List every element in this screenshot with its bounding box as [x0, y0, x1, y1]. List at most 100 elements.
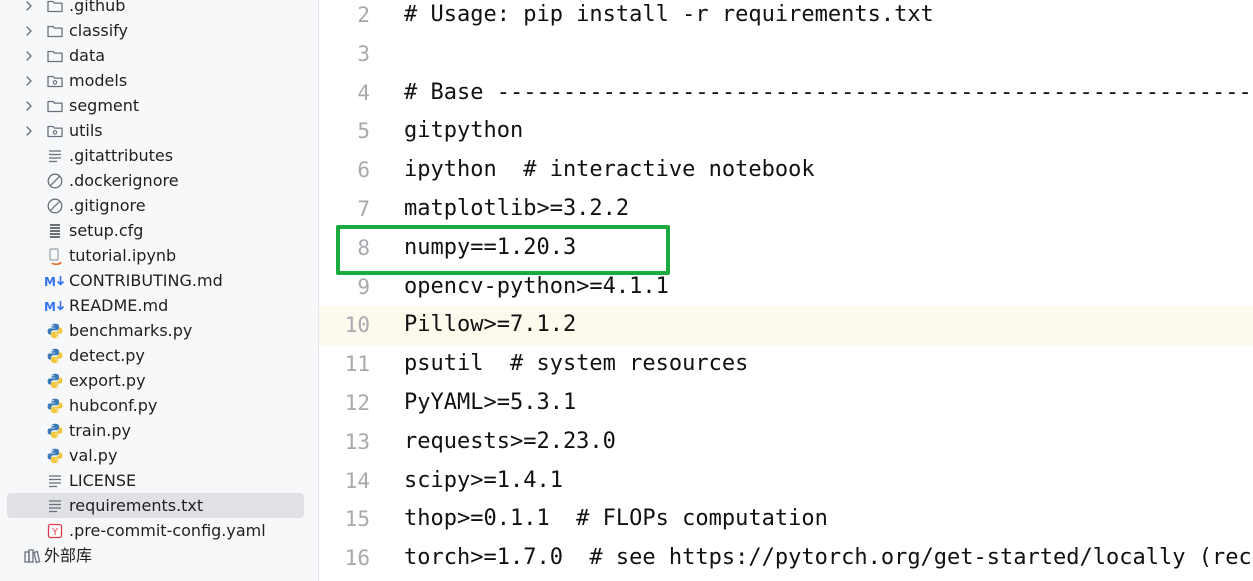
- line-number: 16: [344, 546, 370, 571]
- folder-icon: [46, 0, 64, 15]
- line-number: 15: [344, 507, 370, 532]
- code-text[interactable]: # Usage: pip install -r requirements.txt: [404, 0, 934, 34]
- code-line[interactable]: 15 thop>=0.1.1 # FLOPs computation: [319, 500, 1253, 539]
- code-text[interactable]: gitpython: [404, 112, 523, 150]
- svg-text:M: M: [44, 275, 56, 289]
- external-libraries-label: 外部库: [44, 546, 93, 565]
- code-line[interactable]: 16 torch>=1.7.0 # see https://pytorch.org…: [319, 539, 1253, 578]
- python-file-icon: [46, 372, 64, 390]
- tree-file-row[interactable]: train.py: [0, 418, 318, 443]
- tree-folder-row[interactable]: utils: [0, 118, 318, 143]
- code-line[interactable]: 4 # Base --------------------------------…: [319, 74, 1253, 113]
- tree-item-label: train.py: [69, 421, 131, 440]
- code-text[interactable]: Pillow>=7.1.2: [404, 306, 576, 344]
- tree-item-label: segment: [69, 96, 140, 115]
- python-file-icon: [46, 422, 64, 440]
- line-number: 12: [344, 391, 370, 415]
- tree-item-label: data: [69, 46, 106, 65]
- tree-file-row[interactable]: export.py: [0, 368, 318, 393]
- yaml-file-icon: Y: [46, 522, 64, 540]
- tree-file-row[interactable]: Y .pre-commit-config.yaml: [0, 518, 318, 543]
- code-text[interactable]: # Base ---------------------------------…: [404, 74, 1253, 112]
- library-icon: [23, 547, 41, 565]
- tree-file-row[interactable]: .gitattributes: [0, 143, 318, 168]
- tree-file-row[interactable]: tutorial.ipynb: [0, 243, 318, 268]
- folder-icon: [46, 22, 64, 40]
- tree-file-row[interactable]: requirements.txt: [0, 493, 318, 518]
- code-text[interactable]: PyYAML>=5.3.1: [404, 384, 576, 422]
- code-line[interactable]: 12 PyYAML>=5.3.1: [319, 384, 1253, 423]
- tree-file-row[interactable]: detect.py: [0, 343, 318, 368]
- chevron-right-icon[interactable]: [22, 48, 36, 62]
- code-text[interactable]: matplotlib>=3.2.2: [404, 190, 629, 228]
- tree-file-row[interactable]: LICENSE: [0, 468, 318, 493]
- ignore-file-icon: [46, 197, 64, 215]
- line-number: 10: [344, 313, 370, 338]
- jupyter-notebook-icon: [46, 247, 64, 266]
- tree-item-label: LICENSE: [69, 471, 137, 490]
- chevron-right-icon[interactable]: [22, 98, 36, 112]
- tree-file-row[interactable]: M CONTRIBUTING.md: [0, 268, 318, 293]
- chevron-right-icon[interactable]: [22, 0, 36, 12]
- tree-item-label: .gitignore: [69, 196, 146, 215]
- code-line[interactable]: 6 ipython # interactive notebook: [319, 151, 1253, 190]
- chevron-right-icon[interactable]: [22, 73, 36, 87]
- text-file-icon: [46, 147, 64, 165]
- current-code-line[interactable]: 10 Pillow>=7.1.2: [319, 306, 1253, 346]
- code-line[interactable]: 11 psutil # system resources: [319, 345, 1253, 384]
- code-line[interactable]: 2 # Usage: pip install -r requirements.tx…: [319, 0, 1253, 35]
- tree-file-row[interactable]: .dockerignore: [0, 168, 318, 193]
- code-line[interactable]: 7 matplotlib>=3.2.2: [319, 190, 1253, 229]
- line-number: 14: [344, 468, 370, 493]
- line-number: 5: [357, 119, 370, 144]
- package-folder-icon: [46, 72, 64, 90]
- tree-item-label: hubconf.py: [69, 396, 158, 415]
- chevron-right-icon[interactable]: [22, 23, 36, 37]
- tree-file-row[interactable]: hubconf.py: [0, 393, 318, 418]
- tree-file-row[interactable]: .gitignore: [0, 193, 318, 218]
- tree-item-label: classify: [69, 21, 128, 40]
- line-number: 3: [357, 41, 370, 66]
- code-line[interactable]: 3: [319, 35, 1253, 74]
- line-number: 2: [357, 3, 370, 27]
- tree-item-label: .dockerignore: [69, 171, 179, 190]
- tree-item-label: setup.cfg: [69, 221, 144, 240]
- external-libraries-row[interactable]: 外部库: [0, 543, 318, 568]
- text-file-icon: [46, 497, 64, 515]
- tree-file-row[interactable]: setup.cfg: [0, 218, 318, 243]
- markdown-file-icon: M: [44, 272, 66, 290]
- markdown-file-icon: M: [44, 297, 66, 315]
- tree-item-label: .pre-commit-config.yaml: [69, 521, 266, 540]
- package-folder-icon: [46, 122, 64, 140]
- tree-folder-row[interactable]: data: [0, 43, 318, 68]
- code-text[interactable]: psutil # system resources: [404, 345, 748, 383]
- chevron-right-icon[interactable]: [22, 123, 36, 137]
- code-text[interactable]: ipython # interactive notebook: [404, 151, 815, 189]
- highlight-annotation-box: [336, 225, 670, 275]
- tree-folder-row[interactable]: classify: [0, 18, 318, 43]
- tree-folder-row[interactable]: .github: [0, 0, 318, 18]
- code-text[interactable]: scipy>=1.4.1: [404, 462, 563, 500]
- code-line[interactable]: 14 scipy>=1.4.1: [319, 462, 1253, 501]
- tree-file-row[interactable]: benchmarks.py: [0, 318, 318, 343]
- code-line[interactable]: 13 requests>=2.23.0: [319, 423, 1253, 462]
- tree-folder-row[interactable]: segment: [0, 93, 318, 118]
- tree-item-label: .gitattributes: [69, 146, 174, 165]
- tree-item-label: detect.py: [69, 346, 145, 365]
- folder-icon: [46, 97, 64, 115]
- project-tree-panel: .github classify data models segment utils .gi…: [0, 0, 319, 581]
- tree-item-label: val.py: [69, 446, 118, 465]
- svg-text:Y: Y: [51, 527, 59, 538]
- code-line[interactable]: 5 gitpython: [319, 112, 1253, 151]
- tree-file-row[interactable]: val.py: [0, 443, 318, 468]
- folder-icon: [46, 47, 64, 65]
- config-file-icon: [46, 222, 64, 240]
- code-text[interactable]: requests>=2.23.0: [404, 423, 616, 461]
- ignore-file-icon: [46, 172, 64, 190]
- code-editor[interactable]: 2 # Usage: pip install -r requirements.tx…: [319, 0, 1253, 581]
- code-text[interactable]: torch>=1.7.0 # see https://pytorch.org/g…: [404, 539, 1253, 577]
- tree-file-row[interactable]: M README.md: [0, 293, 318, 318]
- tree-item-label: tutorial.ipynb: [69, 246, 177, 265]
- tree-folder-row[interactable]: models: [0, 68, 318, 93]
- code-text[interactable]: thop>=0.1.1 # FLOPs computation: [404, 500, 828, 538]
